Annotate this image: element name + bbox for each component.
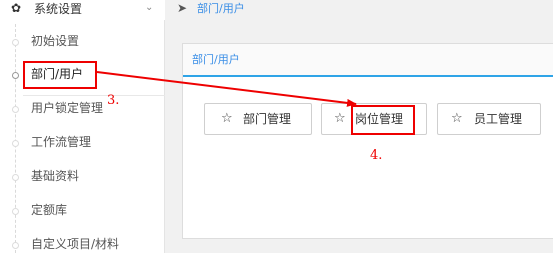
tree-dot-icon xyxy=(12,106,19,113)
content-panel: 部门/用户 xyxy=(182,43,553,239)
send-icon: ➤ xyxy=(177,1,188,15)
tree-dot-icon xyxy=(12,242,19,249)
sidebar: ✿ 系统设置 ⌄ 初始设置 部门/用户 用户锁定管理 工作流管理 基础资料 定额… xyxy=(0,0,165,253)
sidebar-item-custom-project[interactable]: 自定义项目/材料 xyxy=(0,234,165,253)
gear-icon: ✿ xyxy=(11,1,22,15)
employee-management-button[interactable]: ☆ 员工管理 xyxy=(437,103,541,135)
sidebar-item-label: 初始设置 xyxy=(31,34,80,48)
dept-management-button[interactable]: ☆ 部门管理 xyxy=(204,103,312,135)
sidebar-item-label: 用户锁定管理 xyxy=(31,101,104,115)
sidebar-divider xyxy=(23,95,165,96)
tree-dot-icon xyxy=(12,208,19,215)
highlight-box-post-management xyxy=(351,105,415,135)
sidebar-item-label: 定额库 xyxy=(31,203,68,217)
content-bottom-area xyxy=(166,239,553,253)
sidebar-item-label: 基础资料 xyxy=(31,169,80,183)
sidebar-item-user-lock[interactable]: 用户锁定管理 xyxy=(0,98,165,120)
step-3-label: 3. xyxy=(107,93,120,108)
breadcrumb-current[interactable]: 部门/用户 xyxy=(197,2,245,16)
button-label: 部门管理 xyxy=(243,112,292,126)
tree-dot-icon xyxy=(12,72,19,79)
tree-dot-icon xyxy=(12,39,19,46)
sidebar-item-label: 自定义项目/材料 xyxy=(31,237,120,251)
star-icon: ☆ xyxy=(221,111,233,126)
sidebar-item-workflow[interactable]: 工作流管理 xyxy=(0,132,165,154)
sidebar-item-initial-settings[interactable]: 初始设置 xyxy=(0,31,165,53)
panel-title: 部门/用户 xyxy=(192,53,240,66)
step-4-label: 4. xyxy=(370,148,383,163)
button-label: 员工管理 xyxy=(474,112,523,126)
breadcrumb: ➤ 部门/用户 xyxy=(166,0,553,20)
sidebar-group-title: 系统设置 xyxy=(34,2,83,16)
sidebar-item-basic-data[interactable]: 基础资料 xyxy=(0,166,165,188)
star-icon: ☆ xyxy=(334,111,346,126)
panel-header: 部门/用户 xyxy=(183,44,553,77)
chevron-down-icon: ⌄ xyxy=(145,2,154,13)
sidebar-item-quota-library[interactable]: 定额库 xyxy=(0,200,165,222)
star-icon: ☆ xyxy=(451,111,463,126)
tree-dot-icon xyxy=(12,140,19,147)
tree-dot-icon xyxy=(12,174,19,181)
sidebar-group-header[interactable]: ✿ 系统设置 ⌄ xyxy=(0,0,165,20)
sidebar-item-label: 工作流管理 xyxy=(31,135,92,149)
highlight-box-dept-user xyxy=(23,61,97,89)
